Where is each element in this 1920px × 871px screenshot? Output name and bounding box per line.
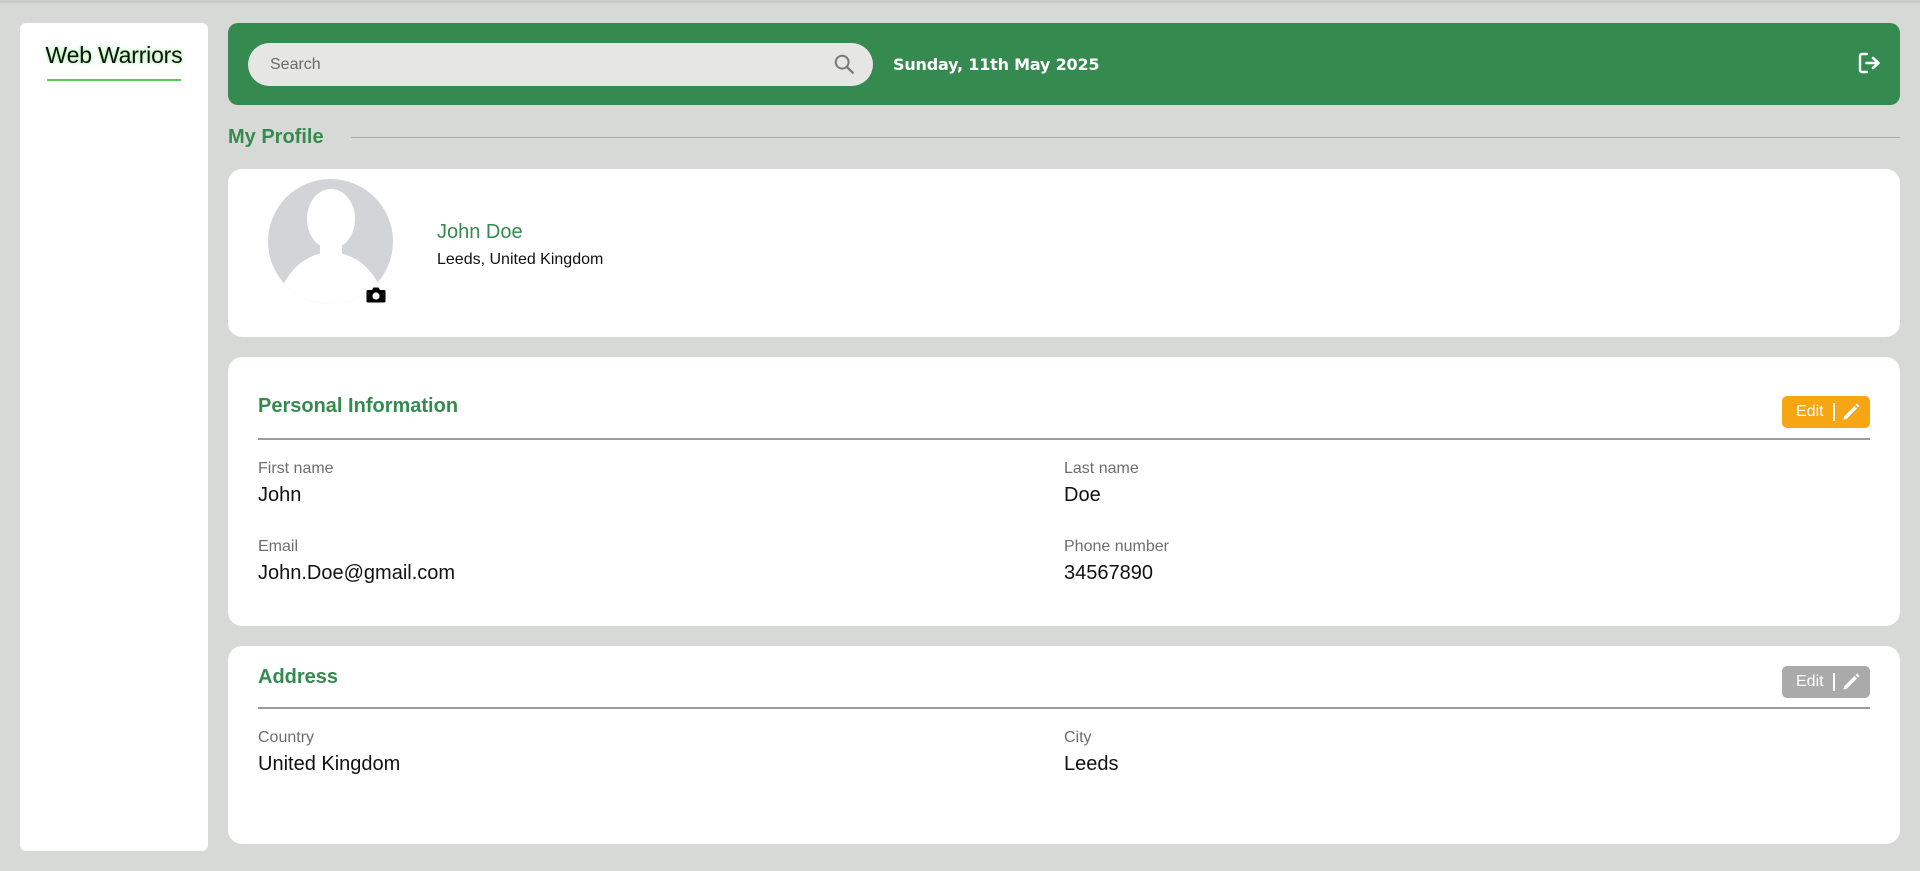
search-bar — [248, 43, 873, 86]
brand-underline — [47, 79, 181, 81]
search-icon[interactable] — [833, 53, 855, 75]
country-label: Country — [258, 729, 315, 746]
edit-label: Edit — [1796, 673, 1824, 690]
current-date: Sunday, 11th May 2025 — [893, 55, 1100, 74]
first-name-label: First name — [258, 460, 334, 477]
phone-label: Phone number — [1064, 538, 1169, 555]
sidebar: Web Warriors — [20, 23, 208, 851]
page-title: My Profile — [228, 126, 324, 148]
pencil-icon — [1843, 403, 1860, 420]
top-border — [0, 0, 1920, 3]
personal-divider — [258, 438, 1870, 440]
camera-icon[interactable] — [366, 286, 386, 303]
profile-location: Leeds, United Kingdom — [437, 251, 604, 268]
city-value: Leeds — [1064, 753, 1119, 775]
personal-info-card: Personal Information Edit First name Joh… — [228, 357, 1900, 626]
edit-separator — [1833, 673, 1835, 691]
address-heading: Address — [258, 666, 339, 688]
profile-card: John Doe Leeds, United Kingdom — [228, 169, 1900, 337]
brand-logo[interactable]: Web Warriors — [20, 42, 208, 69]
city-label: City — [1064, 729, 1092, 746]
edit-separator — [1833, 403, 1835, 421]
address-card: Address Edit Country United Kingdom City… — [228, 646, 1900, 844]
logout-icon[interactable] — [1858, 52, 1882, 74]
personal-info-heading: Personal Information — [258, 395, 459, 417]
edit-personal-button[interactable]: Edit — [1782, 396, 1870, 428]
edit-label: Edit — [1796, 403, 1824, 420]
edit-address-button[interactable]: Edit — [1782, 666, 1870, 698]
search-input[interactable] — [270, 55, 810, 74]
title-divider — [351, 137, 1900, 138]
last-name-value: Doe — [1064, 484, 1101, 506]
email-value: John.Doe@gmail.com — [258, 562, 456, 584]
phone-value: 34567890 — [1064, 562, 1153, 584]
top-header: Sunday, 11th May 2025 — [228, 23, 1900, 105]
email-label: Email — [258, 538, 299, 555]
country-value: United Kingdom — [258, 753, 401, 775]
first-name-value: John — [258, 484, 302, 506]
last-name-label: Last name — [1064, 460, 1139, 477]
profile-name: John Doe — [437, 221, 523, 243]
address-divider — [258, 707, 1870, 709]
pencil-icon — [1843, 673, 1860, 690]
